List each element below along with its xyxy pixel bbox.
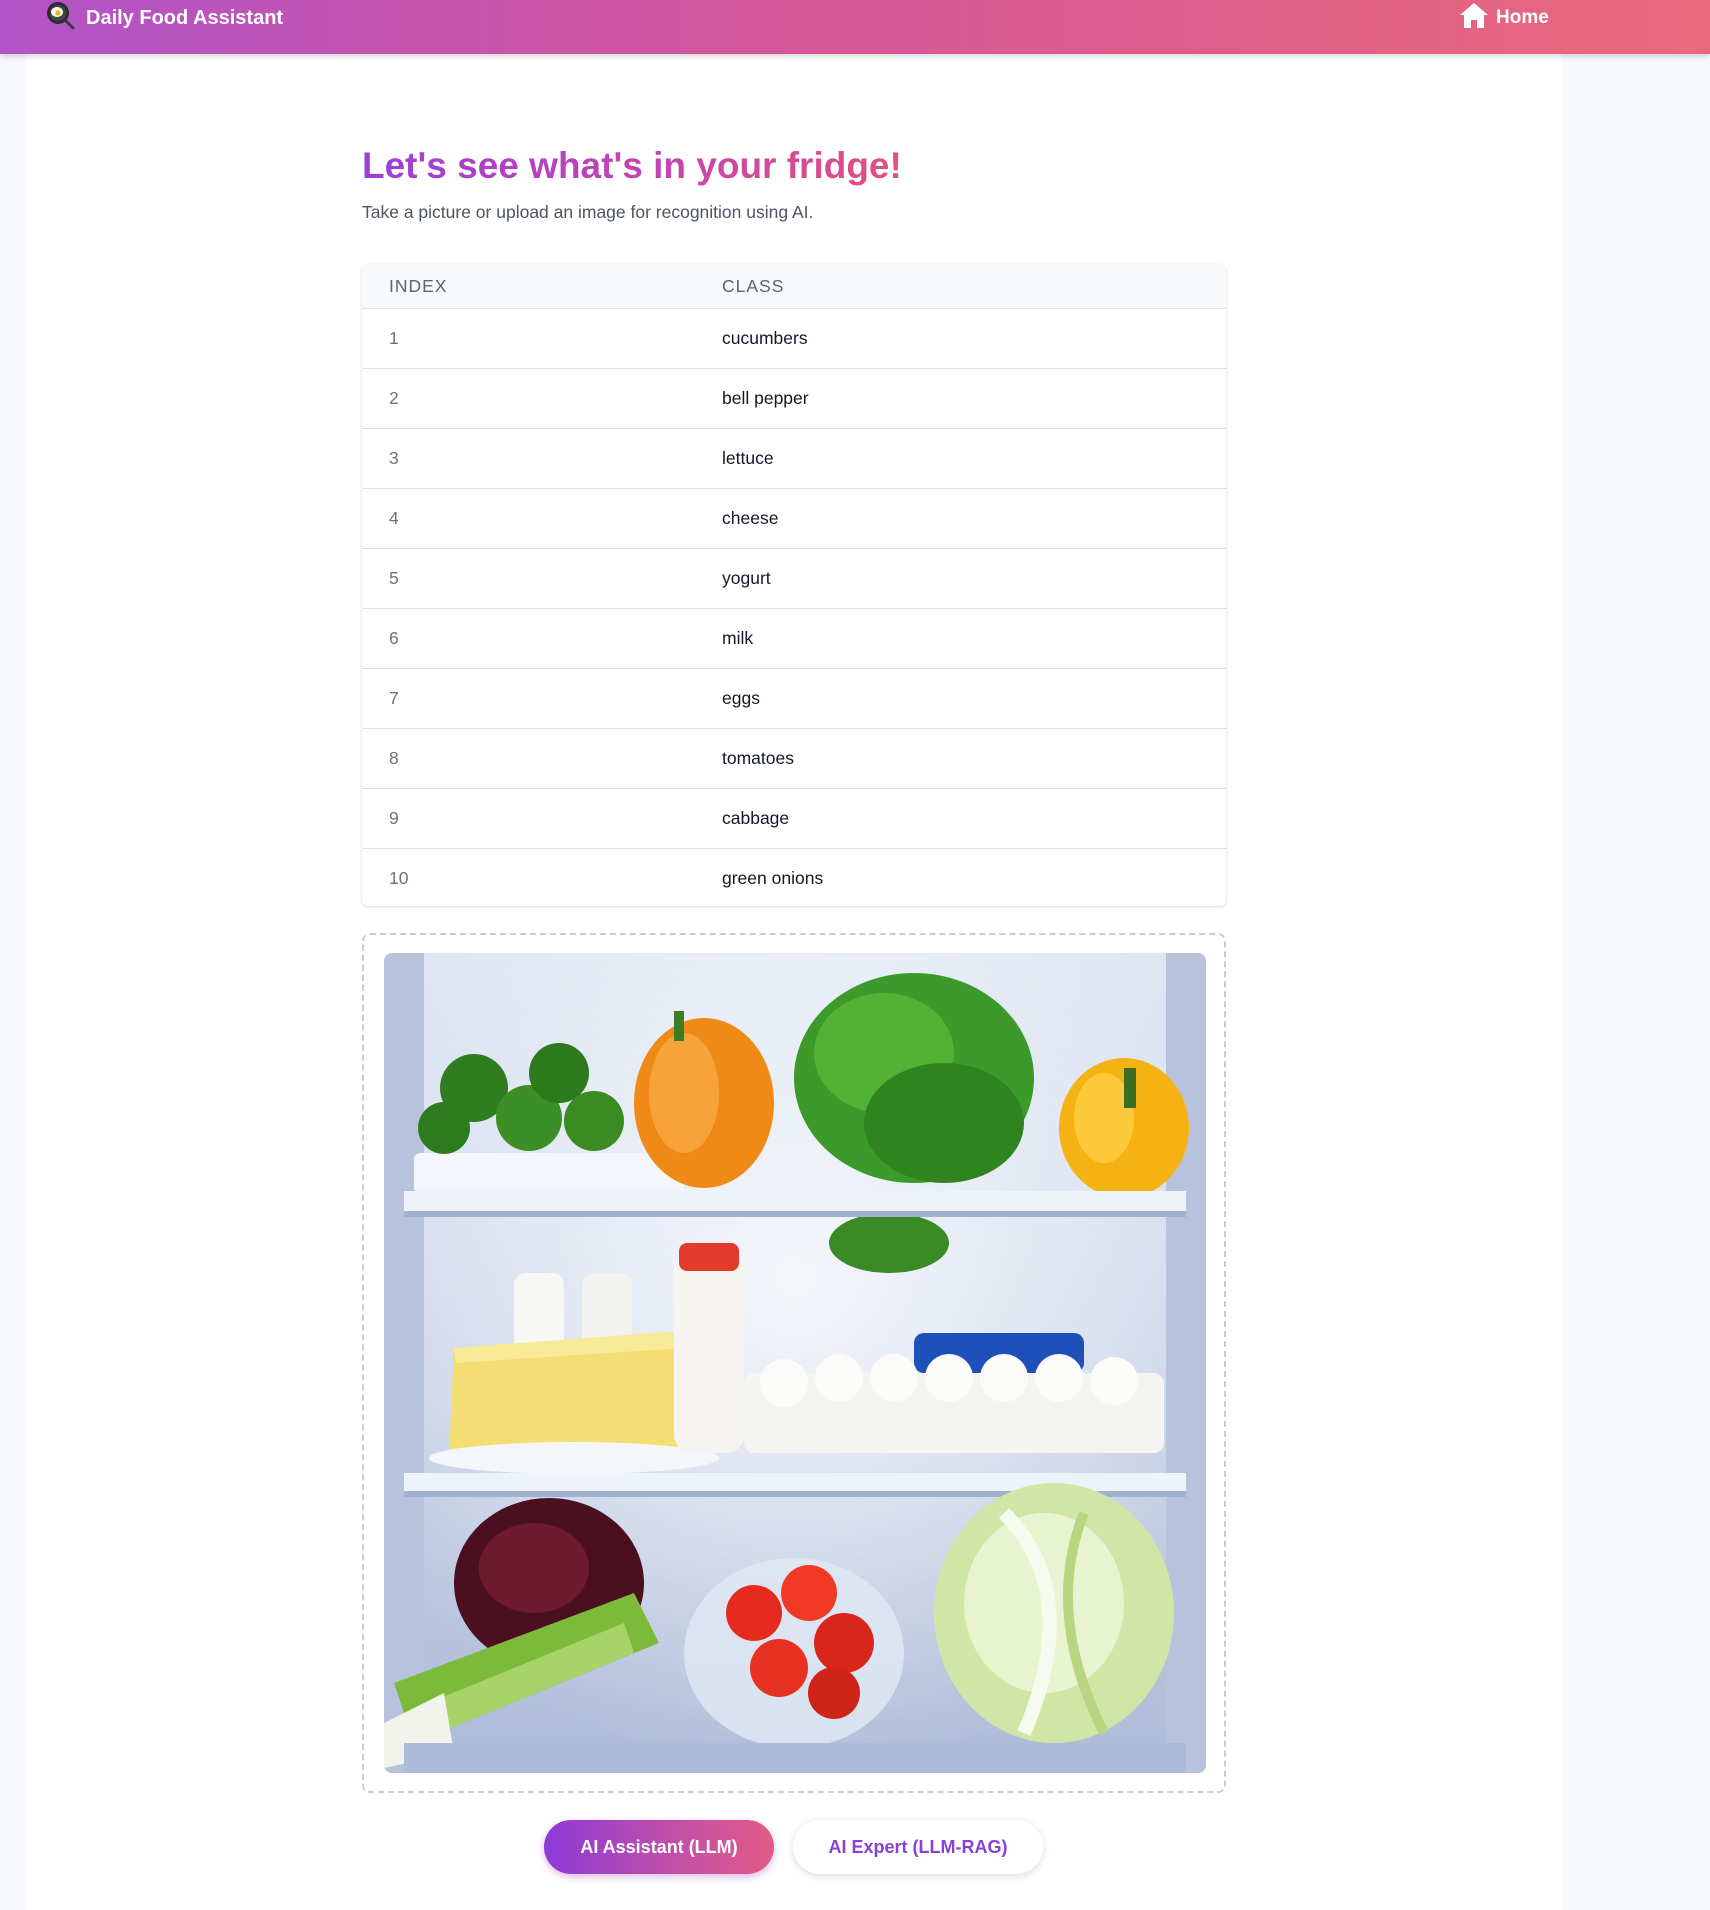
table-header: INDEX CLASS [362,264,1226,308]
recognition-table: INDEX CLASS 1 cucumbers 2 bell pepper 3 … [362,264,1226,906]
row-index: 9 [389,808,399,828]
page-title: Let's see what's in your fridge! [362,145,902,186]
row-class: yogurt [722,568,771,588]
table-row: 10 green onions [362,848,1226,906]
row-class: milk [722,628,754,648]
top-navbar: Daily Food Assistant Home [0,0,1710,54]
ai-assistant-button[interactable]: AI Assistant (LLM) [544,1820,774,1874]
row-class: cheese [722,508,779,528]
page-subtitle: Take a picture or upload an image for re… [362,202,814,222]
ai-expert-button[interactable]: AI Expert (LLM-RAG) [793,1820,1043,1874]
table-row: 3 lettuce [362,428,1226,488]
row-index: 1 [389,328,399,348]
row-index: 6 [389,628,399,648]
fridge-photo [384,953,1206,1773]
table-row: 8 tomatoes [362,728,1226,788]
frying-pan-icon [44,0,76,37]
table-row: 2 bell pepper [362,368,1226,428]
home-label: Home [1496,7,1549,28]
row-class: cucumbers [722,328,808,348]
image-upload-dropzone[interactable] [362,933,1226,1793]
home-icon [1458,0,1490,37]
app-title: Daily Food Assistant [86,6,284,29]
row-class: bell pepper [722,388,809,408]
row-index: 5 [389,568,399,588]
table-row: 1 cucumbers [362,308,1226,368]
table-row: 7 eggs [362,668,1226,728]
row-index: 10 [389,868,409,888]
row-class: cabbage [722,808,790,828]
table-row: 5 yogurt [362,548,1226,608]
row-class: green onions [722,868,824,888]
column-header-class: CLASS [722,275,785,296]
table-row: 9 cabbage [362,788,1226,848]
table-row: 6 milk [362,608,1226,668]
row-class: eggs [722,688,760,708]
row-index: 2 [389,388,399,408]
row-index: 7 [389,688,399,708]
row-class: tomatoes [722,748,794,768]
row-index: 3 [389,448,399,468]
row-index: 4 [389,508,399,528]
table-row: 4 cheese [362,488,1226,548]
column-header-index: INDEX [389,275,448,296]
brand[interactable]: Daily Food Assistant [44,0,283,36]
row-index: 8 [389,748,399,768]
row-class: lettuce [722,448,774,468]
home-link[interactable]: Home [1458,0,1549,36]
